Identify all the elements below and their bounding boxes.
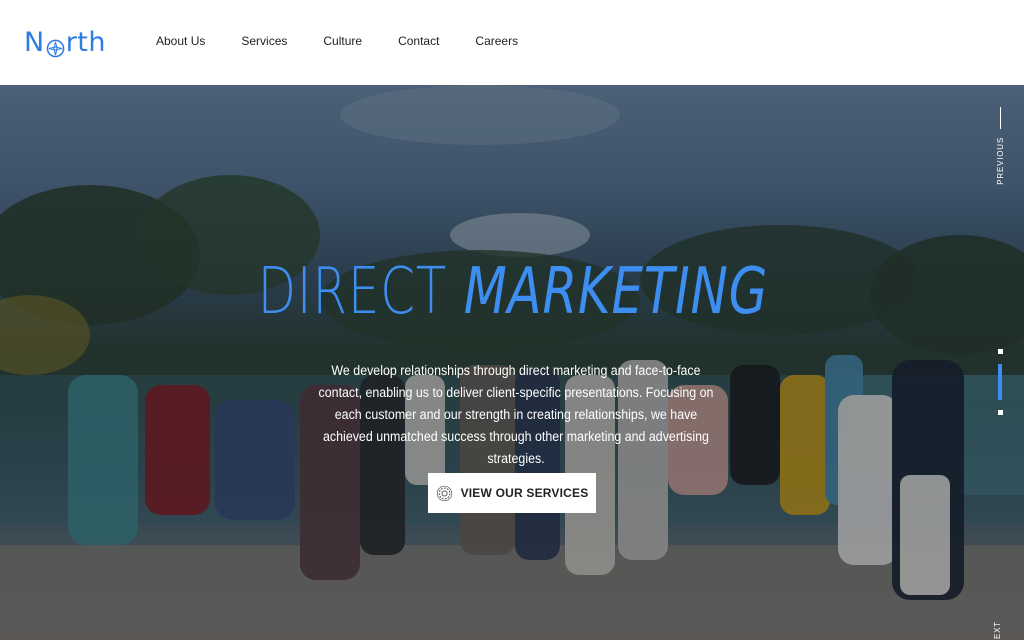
- hero-slider: DIRECT MARKETING We develop relationship…: [0, 85, 1024, 640]
- next-slide-control[interactable]: NEXT: [993, 621, 1005, 640]
- hero-title: DIRECT MARKETING: [114, 260, 913, 324]
- main-nav: About Us Services Culture Contact Career…: [156, 34, 554, 48]
- logo-text-end: rth: [65, 26, 107, 58]
- slide-dot[interactable]: [997, 410, 1003, 415]
- previous-label: PREVIOUS: [995, 137, 1005, 185]
- nav-services[interactable]: Services: [241, 34, 287, 48]
- view-our-services-button[interactable]: VIEW OUR SERVICES: [428, 473, 596, 513]
- compass-icon: [46, 34, 65, 57]
- slide-dot-active[interactable]: [998, 364, 1002, 400]
- logo-text-start: N: [24, 26, 45, 58]
- next-label: NEXT: [993, 621, 1002, 640]
- nav-about-us[interactable]: About Us: [156, 34, 205, 48]
- cta-label: VIEW OUR SERVICES: [460, 486, 589, 500]
- north-logo[interactable]: N rth: [24, 26, 107, 58]
- nav-culture[interactable]: Culture: [323, 34, 362, 48]
- nav-contact[interactable]: Contact: [398, 34, 439, 48]
- hero-title-word-marketing: MARKETING: [463, 255, 769, 329]
- previous-slide-control[interactable]: PREVIOUS: [994, 107, 1006, 185]
- site-header: N rth About Us Services Culture Contact …: [0, 0, 1024, 85]
- previous-line: [999, 107, 1001, 129]
- nav-careers[interactable]: Careers: [475, 34, 518, 48]
- hero-title-word-direct: DIRECT: [257, 255, 448, 329]
- slide-indicators: [994, 349, 1006, 415]
- hero-description: We develop relationships through direct …: [318, 363, 714, 466]
- slide-dot[interactable]: [997, 349, 1003, 354]
- gear-icon: [436, 485, 453, 502]
